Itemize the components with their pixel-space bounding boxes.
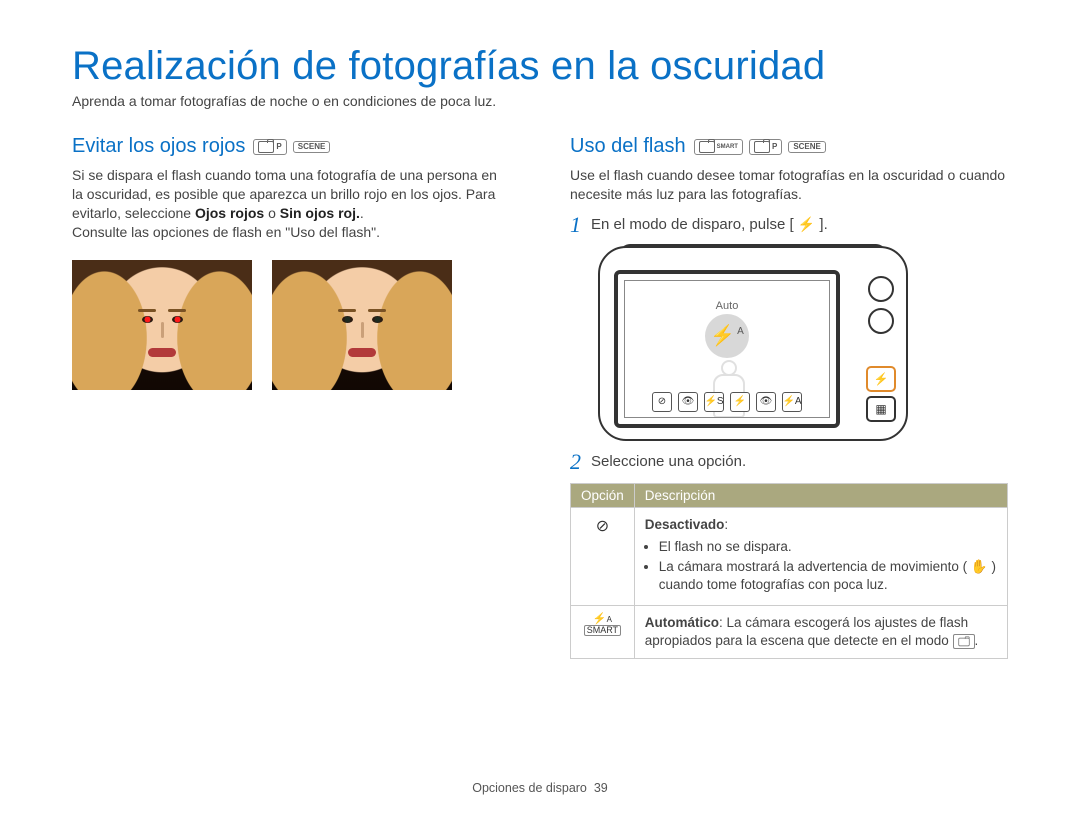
option-auto-icon: ⚡ASMART xyxy=(571,605,635,658)
red-eye-left xyxy=(142,316,153,323)
mode-badge-p: P xyxy=(749,139,782,155)
step-1-number: 1 xyxy=(570,214,581,236)
mode-badge-scene: SCENE xyxy=(788,141,826,153)
heading-flash-text: Uso del flash xyxy=(570,135,686,158)
page-lead: Aprenda a tomar fotografías de noche o e… xyxy=(72,93,1008,109)
column-left: Evitar los ojos rojos P SCENE Si se disp… xyxy=(72,135,510,659)
step-2-number: 2 xyxy=(570,451,581,473)
flash-icon: ⚡ xyxy=(798,216,815,233)
table-row: ⚡ASMART Automático: La cámara escogerá l… xyxy=(571,605,1008,658)
camera-screen: Auto ⚡A ⊘ 👁 ⚡S ⚡ 👁 ⚡A xyxy=(614,270,840,428)
option-off-icon: ⊘ xyxy=(571,507,635,605)
step-2-text: Seleccione una opción. xyxy=(591,451,746,473)
camera-auto-label: Auto xyxy=(716,300,739,312)
mode-badge-p: P xyxy=(253,139,286,155)
th-description: Descripción xyxy=(634,483,1007,507)
camera-icon xyxy=(754,141,770,153)
column-right: Uso del flash SMART P SCENE Use el flash… xyxy=(570,135,1008,659)
flash-opt-redeye-icon: 👁 xyxy=(678,392,698,412)
flash-intro: Use el flash cuando desee tomar fotograf… xyxy=(570,166,1008,204)
camera-icon xyxy=(699,141,715,153)
flash-opt-slow-icon: ⚡S xyxy=(704,392,724,412)
manual-page: Realización de fotografías en la oscurid… xyxy=(0,0,1080,815)
footer-page-number: 39 xyxy=(594,781,608,795)
step-2: 2 Seleccione una opción. xyxy=(570,451,1008,473)
two-column-layout: Evitar los ojos rojos P SCENE Si se disp… xyxy=(72,135,1008,659)
example-photos xyxy=(72,260,510,390)
flash-opt-off-icon: ⊘ xyxy=(652,392,672,412)
flash-opt-fill-icon: ⚡ xyxy=(730,392,750,412)
normal-eye-right xyxy=(372,316,383,323)
page-title: Realización de fotografías en la oscurid… xyxy=(72,44,1008,89)
heading-red-eye: Evitar los ojos rojos P SCENE xyxy=(72,135,510,158)
footer-section: Opciones de disparo xyxy=(472,781,587,795)
flash-options-table: Opción Descripción ⊘ Desactivado: El fla… xyxy=(570,483,1008,659)
camera-flash-auto-icon: ⚡A xyxy=(705,314,749,358)
option-off-bullets: El flash no se dispara. La cámara mostra… xyxy=(645,538,997,595)
step-1: 1 En el modo de disparo, pulse [ ⚡ ]. xyxy=(570,214,1008,236)
mode-badge-smart: SMART xyxy=(694,139,743,155)
table-header-row: Opción Descripción xyxy=(571,483,1008,507)
heading-flash: Uso del flash SMART P SCENE xyxy=(570,135,1008,158)
page-footer: Opciones de disparo 39 xyxy=(0,781,1080,795)
smart-mode-icon xyxy=(953,634,975,649)
camera-illustration: Auto ⚡A ⊘ 👁 ⚡S ⚡ 👁 ⚡A ⚡ ▦ xyxy=(598,246,908,441)
red-eye-paragraph: Si se dispara el flash cuando toma una f… xyxy=(72,166,510,242)
heading-red-eye-text: Evitar los ojos rojos xyxy=(72,135,245,158)
photo-corrected xyxy=(272,260,452,390)
camera-flash-options-row: ⊘ 👁 ⚡S ⚡ 👁 ⚡A xyxy=(652,392,802,412)
camera-icon xyxy=(258,141,274,153)
flash-opt-auto-icon: ⚡A xyxy=(782,392,802,412)
mode-badges-left: P SCENE xyxy=(253,139,330,155)
flash-opt-redeye2-icon: 👁 xyxy=(756,392,776,412)
option-auto-desc: Automático: La cámara escogerá los ajust… xyxy=(634,605,1007,658)
table-row: ⊘ Desactivado: El flash no se dispara. L… xyxy=(571,507,1008,605)
camera-button-1 xyxy=(868,276,894,302)
camera-button-2 xyxy=(868,308,894,334)
mode-badges-right: SMART P SCENE xyxy=(694,139,826,155)
normal-eye-left xyxy=(342,316,353,323)
option-off-desc: Desactivado: El flash no se dispara. La … xyxy=(634,507,1007,605)
mode-badge-scene: SCENE xyxy=(293,141,331,153)
camera-key-lower: ▦ xyxy=(866,396,896,422)
red-eye-right xyxy=(172,316,183,323)
step-1-text: En el modo de disparo, pulse [ ⚡ ]. xyxy=(591,214,828,236)
photo-red-eye xyxy=(72,260,252,390)
camera-flash-key-highlight: ⚡ xyxy=(866,366,896,392)
th-option: Opción xyxy=(571,483,635,507)
